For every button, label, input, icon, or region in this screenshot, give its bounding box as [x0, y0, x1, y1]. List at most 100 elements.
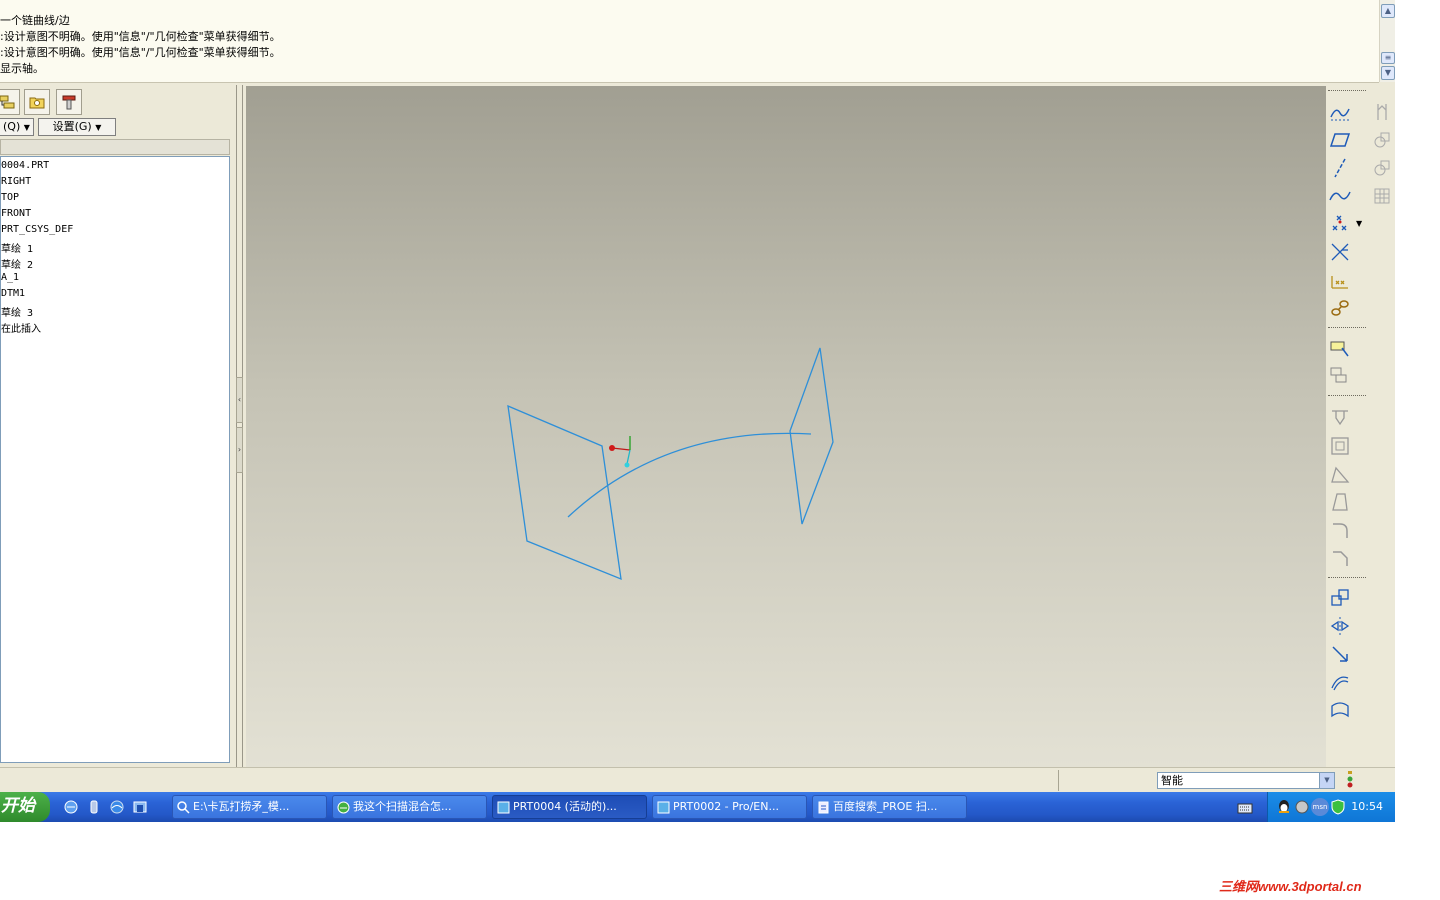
csys-icon[interactable] — [1328, 268, 1352, 292]
task-prt0002[interactable]: PRT0002 - Pro/EN... — [652, 795, 807, 819]
message-line: 显示轴。 — [0, 62, 44, 75]
task-baidu-search[interactable]: 百度搜索_PROE 扫... — [812, 795, 967, 819]
note-icon[interactable] — [1328, 336, 1352, 360]
model-tree-icon — [0, 95, 16, 115]
offset-icon[interactable] — [1328, 670, 1352, 694]
divider — [1328, 90, 1366, 91]
chamfer-icon[interactable] — [1328, 546, 1352, 570]
tree-item-front[interactable]: FRONT — [1, 208, 31, 219]
tree-column-header[interactable] — [0, 139, 230, 155]
chevron-down-icon[interactable]: ▼ — [1356, 219, 1362, 228]
proe-window-icon — [657, 800, 670, 814]
tree-item-axis[interactable]: A_1 — [1, 272, 19, 283]
message-area: 一个链曲线/边 :设计意图不明确。使用"信息"/"几何检查"菜单获得细节。 :设… — [0, 0, 1379, 83]
ie-icon[interactable] — [63, 799, 79, 815]
tree-item-insert-here[interactable]: 在此插入 — [1, 320, 41, 335]
status-bar: 智能 ▼ — [0, 767, 1395, 793]
tree-item-sketch-1[interactable]: 草绘 1 — [1, 240, 33, 255]
msn-icon[interactable]: msn — [1311, 798, 1329, 816]
scroll-down-button[interactable]: ▼ — [1381, 66, 1395, 80]
media-icon[interactable] — [109, 799, 125, 815]
expand-right-button[interactable]: › — [236, 427, 243, 473]
grid-icon[interactable] — [1370, 184, 1394, 208]
merge-icon[interactable] — [1370, 128, 1394, 152]
extend-icon[interactable] — [1328, 642, 1352, 666]
folder-browser-tab[interactable] — [24, 89, 50, 115]
analysis-icon[interactable] — [1328, 296, 1352, 320]
model-geometry — [507, 347, 834, 581]
divider — [236, 85, 237, 767]
proe-window-icon — [497, 800, 510, 814]
selection-filter-value: 智能 — [1161, 774, 1183, 787]
tree-item-right[interactable]: RIGHT — [1, 176, 31, 187]
thicken-icon[interactable] — [1328, 698, 1352, 722]
collapse-left-button[interactable]: ‹ — [236, 377, 243, 423]
divider — [242, 85, 243, 767]
watermark-logo: 三维网www.3dportal.cn — [1219, 879, 1362, 894]
trim-icon[interactable] — [1370, 100, 1394, 124]
system-tray: msn 10:54 — [1267, 792, 1395, 822]
tree-item-part[interactable]: 0004.PRT — [1, 160, 49, 171]
divider — [1328, 327, 1366, 328]
selection-filter[interactable]: 智能 ▼ — [1157, 772, 1335, 789]
task-prt0004[interactable]: PRT0004 (活动的)... — [492, 795, 647, 819]
messenger-icon[interactable] — [132, 799, 148, 815]
show-dropdown[interactable]: (Q) ▼ — [0, 118, 34, 136]
tree-item-csys[interactable]: PRT_CSYS_DEF — [1, 224, 73, 235]
hammer-icon — [60, 95, 78, 115]
network-icon[interactable] — [1294, 799, 1310, 815]
task-browser-question[interactable]: 我这个扫描混合怎... — [332, 795, 487, 819]
show-dropdown-label: (Q) — [3, 120, 21, 133]
hole-icon[interactable] — [1328, 406, 1352, 430]
scroll-up-button[interactable]: ▲ — [1381, 4, 1395, 18]
copy-icon[interactable] — [1328, 364, 1352, 388]
security-shield-icon[interactable] — [1331, 799, 1345, 815]
intersect-icon[interactable] — [1370, 156, 1394, 180]
desktop-icon[interactable] — [86, 799, 102, 815]
start-label: 开始 — [1, 796, 35, 816]
tree-item-dtm1[interactable]: DTM1 — [1, 288, 25, 299]
shell-icon[interactable] — [1328, 434, 1352, 458]
clock[interactable]: 10:54 — [1351, 792, 1383, 822]
mirror-icon[interactable] — [1328, 614, 1352, 638]
keyboard-icon[interactable] — [1237, 800, 1253, 814]
layer-tab[interactable] — [56, 89, 82, 115]
message-scrollbar[interactable]: ▲ ≡ ▼ — [1379, 0, 1395, 82]
message-line: :设计意图不明确。使用"信息"/"几何检查"菜单获得细节。 — [0, 30, 281, 43]
settings-dropdown-label: 设置(G) — [52, 120, 92, 133]
task-explorer[interactable]: E:\卡瓦打捞矛_模... — [172, 795, 327, 819]
plane-icon[interactable] — [1328, 128, 1352, 152]
point-icon[interactable] — [1328, 212, 1352, 236]
qq-icon[interactable] — [1276, 799, 1292, 815]
settings-dropdown[interactable]: 设置(G) ▼ — [38, 118, 116, 136]
chevron-down-icon: ▼ — [95, 123, 102, 132]
pattern-icon[interactable] — [1328, 586, 1352, 610]
navigator-panel: (Q) ▼ 设置(G) ▼ 0004.PRT RIGHT TOP FRONT P… — [0, 85, 234, 767]
draft-icon[interactable] — [1328, 490, 1352, 514]
proe-window: 一个链曲线/边 :设计意图不明确。使用"信息"/"几何检查"菜单获得细节。 :设… — [0, 0, 1395, 822]
sketch-tool-icon[interactable] — [1328, 100, 1352, 124]
axis-icon[interactable] — [1328, 156, 1352, 180]
scroll-thumb[interactable]: ≡ — [1381, 52, 1395, 64]
tree-item-top[interactable]: TOP — [1, 192, 19, 203]
chevron-down-icon[interactable]: ▼ — [1319, 773, 1334, 788]
rib-icon[interactable] — [1328, 462, 1352, 486]
task-label: PRT0002 - Pro/EN... — [673, 800, 779, 813]
model-tree: 0004.PRT RIGHT TOP FRONT PRT_CSYS_DEF 草绘… — [0, 156, 230, 763]
start-button[interactable]: 开始 — [0, 792, 50, 822]
panel-sash[interactable]: ‹ › — [234, 85, 246, 767]
sweep-trajectory-curve — [567, 432, 812, 518]
traffic-light-icon[interactable] — [1344, 771, 1356, 791]
curve-icon[interactable] — [1328, 184, 1352, 208]
round-icon[interactable] — [1328, 518, 1352, 542]
tree-item-sketch-2[interactable]: 草绘 2 — [1, 256, 33, 271]
message-line: :设计意图不明确。使用"信息"/"几何检查"菜单获得细节。 — [0, 46, 281, 59]
divider — [1058, 770, 1059, 791]
model-tree-tab[interactable] — [0, 89, 20, 115]
graphics-window[interactable] — [246, 86, 1326, 767]
task-label: 我这个扫描混合怎... — [353, 800, 452, 813]
csys-triad-icon — [609, 436, 631, 468]
task-label: PRT0004 (活动的)... — [513, 800, 617, 813]
offset-point-icon[interactable] — [1328, 240, 1352, 264]
tree-item-sketch-3[interactable]: 草绘 3 — [1, 304, 33, 319]
